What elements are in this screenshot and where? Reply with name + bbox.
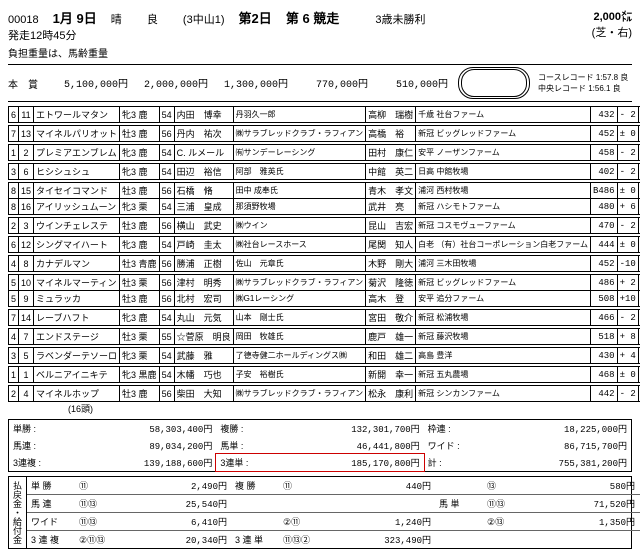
- sales-cell: 枠連 :18,225,000円: [424, 420, 631, 437]
- sales-cell: ワイド :86,715,700円: [424, 437, 631, 454]
- payout-amount: 20,340円: [153, 531, 231, 548]
- payout-nums: ⑬: [483, 477, 561, 494]
- payout-amount: 440円: [357, 477, 435, 494]
- table-row: 24マイネルホップ牡3 鹿56柴田 大知㈱サラブレッドクラブ・ラフィアン松永 康…: [9, 386, 640, 402]
- prize-row: 本 賞 5,100,000円 2,000,000円 1,300,000円 770…: [8, 64, 632, 102]
- table-row: 35ラベンダーテソーロ牝3 栗54武藤 雅了德寺健二ホールディングス㈱和田 雄二…: [9, 348, 640, 364]
- table-row: 612シングマイハート牝3 鹿54戸崎 圭太㈱社台レースホース尾関 知人白老 （…: [9, 237, 640, 253]
- sales-cell: 馬単 :46,441,800円: [216, 437, 423, 454]
- sales-cell: 馬連 :89,034,200円: [9, 437, 216, 454]
- payout-table: 払戻金・給付金 単 勝⑪2,490円複 勝⑪440円⑬580円②110円枠 連(…: [8, 476, 632, 549]
- start-time: 発走12時45分: [8, 30, 76, 42]
- condition: 良: [147, 14, 158, 26]
- table-row: 816アイリッシュムーン牝3 栗54三浦 皇成那須野牧場武井 亮新冠 ハシモトフ…: [9, 199, 640, 215]
- payout-nums: ②⑬: [483, 513, 561, 530]
- course-record: コースレコード 1:57.8 良: [538, 72, 628, 83]
- prize-2: 2,000,000円: [128, 75, 208, 91]
- payout-nums: [279, 495, 357, 512]
- table-row: 59ミュラッカ牡3 鹿56北村 宏司㈱G1レーシング高木 登安平 追分ファーム5…: [9, 291, 640, 307]
- payout-type: ワイド: [27, 513, 75, 530]
- payout-type: [231, 513, 279, 530]
- payout-amount: 71,520円: [561, 495, 639, 512]
- sales-table: 単勝 :58,303,400円複勝 :132,301,700円枠連 :18,22…: [8, 419, 632, 472]
- table-row: 714レーブハフト牝3 鹿54丸山 元気山本 剛士氏宮田 敬介新冠 松浦牧場46…: [9, 310, 640, 326]
- table-row: 713マイネルパリオット牡3 鹿56丹内 祐次㈱サラブレッドクラブ・ラフィアン高…: [9, 126, 640, 142]
- payout-amount: 6,410円: [153, 513, 231, 530]
- table-row: 12プレミアエンブレム牝3 鹿54C. ルメール㈲サンデーレーシング田村 康仁安…: [9, 145, 640, 161]
- payout-nums: ②⑪: [279, 513, 357, 530]
- race-date: 1月 9日: [53, 11, 97, 26]
- sales-cell: 複勝 :132,301,700円: [216, 420, 423, 437]
- prize-1: 5,100,000円: [48, 75, 128, 91]
- prize-5: 510,000円: [368, 75, 448, 91]
- results-table: 611エトワールマタン牝3 鹿54内田 博幸丹羽久一郎高柳 瑞樹千歳 社台ファー…: [8, 106, 640, 402]
- payout-amount: 25,540円: [153, 495, 231, 512]
- prize-3: 1,300,000円: [208, 75, 288, 91]
- table-row: 815タイセイコマンド牡3 鹿56石橋 脩田中 成奉氏青木 孝文浦河 西村牧場B…: [9, 183, 640, 199]
- sales-cell: 単勝 :58,303,400円: [9, 420, 216, 437]
- table-row: 11ベルニアイニキテ牝3 黒鹿54木幡 巧也子安 裕樹氏新開 幸一新冠 五丸農場…: [9, 367, 640, 383]
- payout-type: [231, 495, 279, 512]
- table-row: 48カナデルマン牡3 青鹿56勝浦 正樹佐山 元章氏木野 剛大浦河 三木田牧場4…: [9, 256, 640, 272]
- payout-amount: 1,240円: [357, 513, 435, 530]
- race-num: 第 6 競走: [286, 11, 339, 26]
- track: (3中山1): [183, 14, 225, 26]
- payout-nums: ⑪⑬: [75, 513, 153, 530]
- payout-type: 3 連 単: [231, 531, 279, 548]
- weight-note: 負担重量は、馬齢重量: [8, 45, 632, 60]
- payout-amount: 1,350円: [561, 513, 639, 530]
- table-row: 36ヒシシュシュ牝3 鹿54田辺 裕信阿部 雅英氏中館 英二日高 中館牧場402…: [9, 164, 640, 180]
- prize-label: 本 賞: [8, 76, 38, 91]
- payout-amount: 580円: [561, 477, 639, 494]
- records: コースレコード 1:57.8 良 中央レコード 1:56.1 良: [538, 72, 628, 94]
- sales-cell: 計 :755,381,200円: [424, 454, 631, 471]
- payout-type: 単 勝: [27, 477, 75, 494]
- race-day: 第2日: [239, 11, 272, 26]
- payout-label: 払戻金・給付金: [9, 477, 27, 548]
- race-id: 00018: [8, 14, 39, 26]
- surface: (芝・右): [592, 27, 632, 39]
- table-row: 23ウインチェレステ牡3 鹿56横山 武史㈱ウイン昆山 吉宏新冠 コスモヴューフ…: [9, 218, 640, 234]
- race-class: 3歳未勝利: [375, 14, 425, 26]
- payout-nums: ⑪⑬②: [279, 531, 357, 548]
- prize-4: 770,000円: [288, 75, 368, 91]
- weather: 晴: [111, 14, 122, 26]
- chuo-record: 中央レコード 1:56.1 良: [538, 83, 628, 94]
- payout-type: 複 勝: [231, 477, 279, 494]
- payout-nums: ⑪: [75, 477, 153, 494]
- payout-amount: [357, 495, 435, 512]
- payout-type: [435, 477, 483, 494]
- payout-type: [435, 513, 483, 530]
- payout-type: 馬 単: [435, 495, 483, 512]
- payout-amount: 323,490円: [357, 531, 435, 548]
- payout-amount: 2,490円: [153, 477, 231, 494]
- payout-type: 馬 連: [27, 495, 75, 512]
- payout-nums: ⑪: [279, 477, 357, 494]
- payout-nums: ⑪⑬: [75, 495, 153, 512]
- distance: 2,000㍍: [593, 11, 632, 23]
- track-diagram-icon: [458, 67, 530, 99]
- payout-nums: ②⑪⑬: [75, 531, 153, 548]
- sales-cell: 3連単 :185,170,800円: [215, 453, 424, 472]
- payout-nums: ⑪⑬: [483, 495, 561, 512]
- table-row: 611エトワールマタン牝3 鹿54内田 博幸丹羽久一郎高柳 瑞樹千歳 社台ファー…: [9, 107, 640, 123]
- table-row: 510マイネルマーティン牡3 栗56津村 明秀㈱サラブレッドクラブ・ラフィアン菊…: [9, 275, 640, 291]
- payout-type: 3 連 複: [27, 531, 75, 548]
- table-row: 47エンドステージ牡3 栗55☆菅原 明良岡田 牧雄氏鹿戸 雄一新冠 藤沢牧場5…: [9, 329, 640, 345]
- sales-cell: 3連複 :139,188,600円: [9, 454, 216, 471]
- horse-count: (16頭): [8, 402, 632, 415]
- header: 00018 1月 9日 晴 良 (3中山1) 第2日 第 6 競走 3歳未勝利 …: [8, 8, 632, 43]
